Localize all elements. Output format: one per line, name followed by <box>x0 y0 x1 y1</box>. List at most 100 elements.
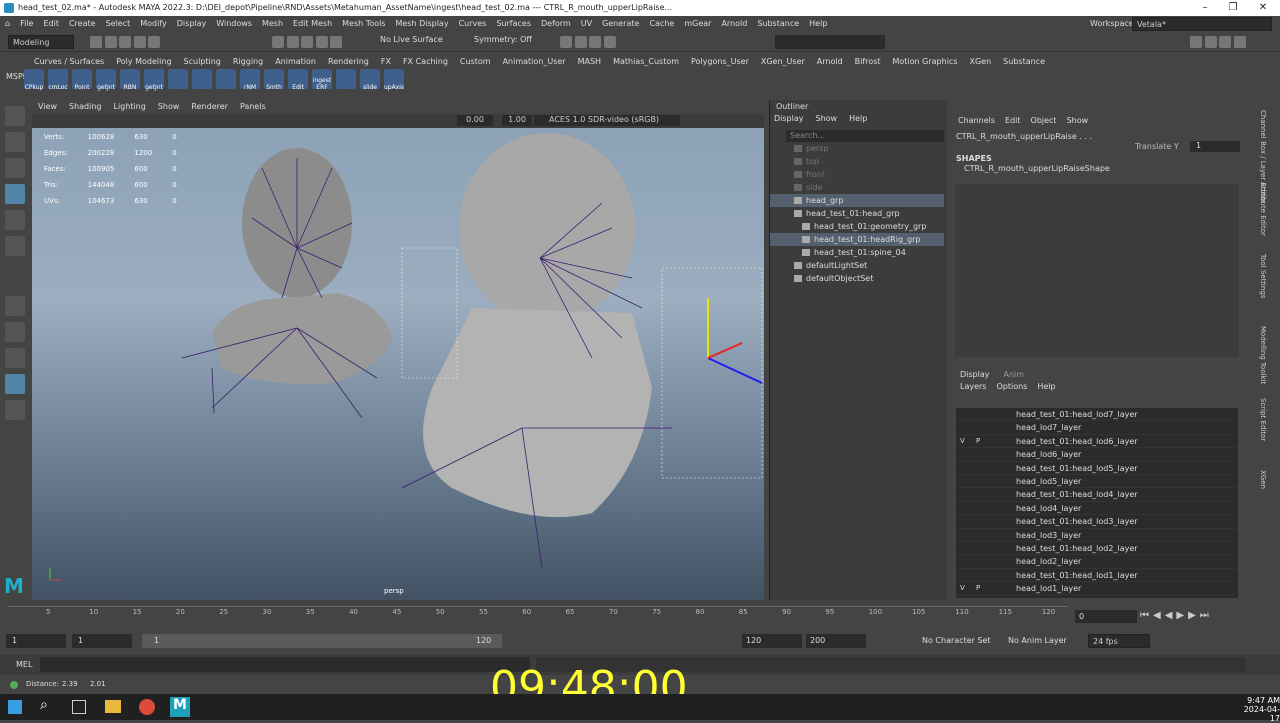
character-set-dropdown[interactable]: No Character Set <box>922 636 991 645</box>
side-tab[interactable]: XGen <box>1259 470 1267 489</box>
modeling-toolkit-icon[interactable] <box>1190 36 1202 48</box>
live-surface-field[interactable]: No Live Surface <box>380 35 443 44</box>
menu-mgear[interactable]: mGear <box>679 16 716 32</box>
home-icon[interactable]: ⌂ <box>0 16 15 32</box>
shelf-tab[interactable]: Rigging <box>227 54 269 69</box>
outliner-menu-help[interactable]: Help <box>849 114 867 123</box>
menu-windows[interactable]: Windows <box>211 16 257 32</box>
new-scene-icon[interactable] <box>90 36 102 48</box>
outliner-item[interactable]: head_test_01:head_grp <box>770 207 944 220</box>
menu-create[interactable]: Create <box>64 16 101 32</box>
undo-icon[interactable] <box>133 36 146 48</box>
snap-point-icon[interactable] <box>301 36 314 48</box>
layer-row[interactable]: head_test_01:head_lod5_layer <box>956 462 1238 475</box>
layer-tab-display[interactable]: Display <box>960 370 990 379</box>
ipr-render-icon[interactable] <box>574 36 587 48</box>
shelf-icon[interactable] <box>336 69 356 89</box>
shelf-tab[interactable]: XGen_User <box>755 54 811 69</box>
playback-controls[interactable]: ⏮◀◀▶▶⏭ <box>1140 610 1213 621</box>
shelf-icon[interactable]: cmLoc <box>48 69 68 91</box>
viewport-menu-shading[interactable]: Shading <box>63 100 108 114</box>
save-scene-icon[interactable] <box>119 36 132 48</box>
menu-file[interactable]: File <box>15 16 38 32</box>
rotate-tool-icon[interactable] <box>5 210 25 230</box>
shelf-icon[interactable]: RBN <box>120 69 140 91</box>
layer-row[interactable]: head_test_01:head_lod3_layer <box>956 515 1238 529</box>
file-explorer-icon[interactable] <box>105 700 121 713</box>
menu-mesh-display[interactable]: Mesh Display <box>390 16 453 32</box>
layer-row[interactable]: head_test_01:head_lod2_layer <box>956 542 1238 556</box>
menu-edit-mesh[interactable]: Edit Mesh <box>288 16 337 32</box>
layer-row[interactable]: head_lod2_layer <box>956 555 1238 569</box>
shelf-icon[interactable]: ingest ERF <box>312 69 332 91</box>
menu-deform[interactable]: Deform <box>536 16 576 32</box>
translate-y-field[interactable]: 1 <box>1190 141 1240 152</box>
shelf-icon[interactable]: CPkup <box>24 69 44 91</box>
outliner-item[interactable]: head_test_01:geometry_grp <box>770 220 944 233</box>
tool-settings-icon[interactable] <box>1219 36 1232 48</box>
menu-substance[interactable]: Substance <box>752 16 804 32</box>
gamma-field[interactable]: 1.00 <box>502 115 532 126</box>
outliner-item[interactable]: top <box>770 155 944 168</box>
maximize-icon[interactable]: ❐ <box>1218 0 1248 16</box>
symmetry-field[interactable]: Symmetry: Off <box>474 35 532 44</box>
shelf-icon[interactable]: Smth <box>264 69 284 91</box>
outliner-item[interactable]: head_test_01:spine_04 <box>770 246 944 259</box>
shelf-icon[interactable]: Point <box>72 69 92 91</box>
menu-arnold[interactable]: Arnold <box>716 16 752 32</box>
minimize-icon[interactable]: – <box>1190 0 1220 16</box>
layer-row[interactable]: head_test_01:head_lod7_layer <box>956 408 1238 422</box>
shelf-icon[interactable]: upAxis <box>384 69 404 91</box>
playback-end-field[interactable]: 120 <box>742 634 802 648</box>
shelf-icon[interactable]: Edit <box>288 69 308 91</box>
layer-row[interactable]: head_lod7_layer <box>956 421 1238 435</box>
fps-dropdown[interactable]: 24 fps <box>1088 634 1150 648</box>
start-time-field[interactable]: 1 <box>6 634 66 648</box>
shelf-tab[interactable]: Bifrost <box>849 54 887 69</box>
range-slider-bar[interactable]: 1 120 <box>142 634 502 648</box>
menu-curves[interactable]: Curves <box>454 16 492 32</box>
side-tab[interactable]: Tool Settings <box>1259 254 1267 299</box>
viewport-menu-view[interactable]: View <box>32 100 63 114</box>
shelf-tab[interactable]: Custom <box>454 54 497 69</box>
time-slider[interactable]: 5 10 15 20 25 30 35 40 45 50 55 60 65 70 75 80 85 90 95 100… <box>0 602 1280 628</box>
layer-row[interactable]: V Phead_lod1_layer <box>956 582 1238 596</box>
shelf-tab[interactable]: Substance <box>997 54 1051 69</box>
layer-row[interactable]: head_lod5_layer <box>956 475 1238 489</box>
shelf-tab[interactable]: Animation <box>269 54 322 69</box>
outliner-item[interactable]: front <box>770 168 944 181</box>
menu-display[interactable]: Display <box>172 16 212 32</box>
shelf-tab[interactable]: FX <box>375 54 397 69</box>
layer-playback[interactable]: P <box>976 435 1010 448</box>
shelf-tab[interactable]: FX Caching <box>397 54 454 69</box>
shelf-tab[interactable]: Animation_User <box>497 54 572 69</box>
snap-surface-icon[interactable] <box>315 36 328 48</box>
search-icon[interactable]: ⌕ <box>40 697 48 713</box>
side-tab[interactable]: Attribute Editor <box>1259 182 1267 236</box>
layer-row[interactable]: head_test_01:head_lod4_layer <box>956 488 1238 502</box>
single-view-icon[interactable] <box>5 296 25 316</box>
shelf-icon[interactable] <box>216 69 236 89</box>
two-view-icon[interactable] <box>5 348 25 368</box>
scale-tool-icon[interactable] <box>5 236 25 256</box>
channel-menu-object[interactable]: Object <box>1031 116 1057 125</box>
command-language-label[interactable]: MEL <box>16 660 32 669</box>
chrome-icon[interactable] <box>139 699 155 715</box>
layer-tab-anim[interactable]: Anim <box>1004 370 1025 379</box>
current-frame-field[interactable]: 0 <box>1075 610 1137 623</box>
side-tab[interactable]: Script Editor <box>1259 398 1267 441</box>
layer-menu-options[interactable]: Options <box>996 382 1027 391</box>
layer-row[interactable]: head_lod3_layer <box>956 529 1238 542</box>
shelf-icon[interactable]: rNM <box>240 69 260 91</box>
outliner-item[interactable]: defaultObjectSet <box>770 272 944 285</box>
shelf-tab[interactable]: Curves / Surfaces <box>28 54 110 69</box>
shelf-icon[interactable] <box>192 69 212 89</box>
snap-view-icon[interactable] <box>330 36 343 48</box>
attribute-editor-icon[interactable] <box>1204 36 1217 48</box>
menu-surfaces[interactable]: Surfaces <box>491 16 536 32</box>
layer-row[interactable]: head_lod4_layer <box>956 502 1238 516</box>
shelf-tab[interactable]: Motion Graphics <box>887 54 964 69</box>
hypershade-icon[interactable] <box>603 36 616 48</box>
outliner-item[interactable]: side <box>770 181 944 194</box>
lasso-tool-icon[interactable] <box>5 132 25 152</box>
